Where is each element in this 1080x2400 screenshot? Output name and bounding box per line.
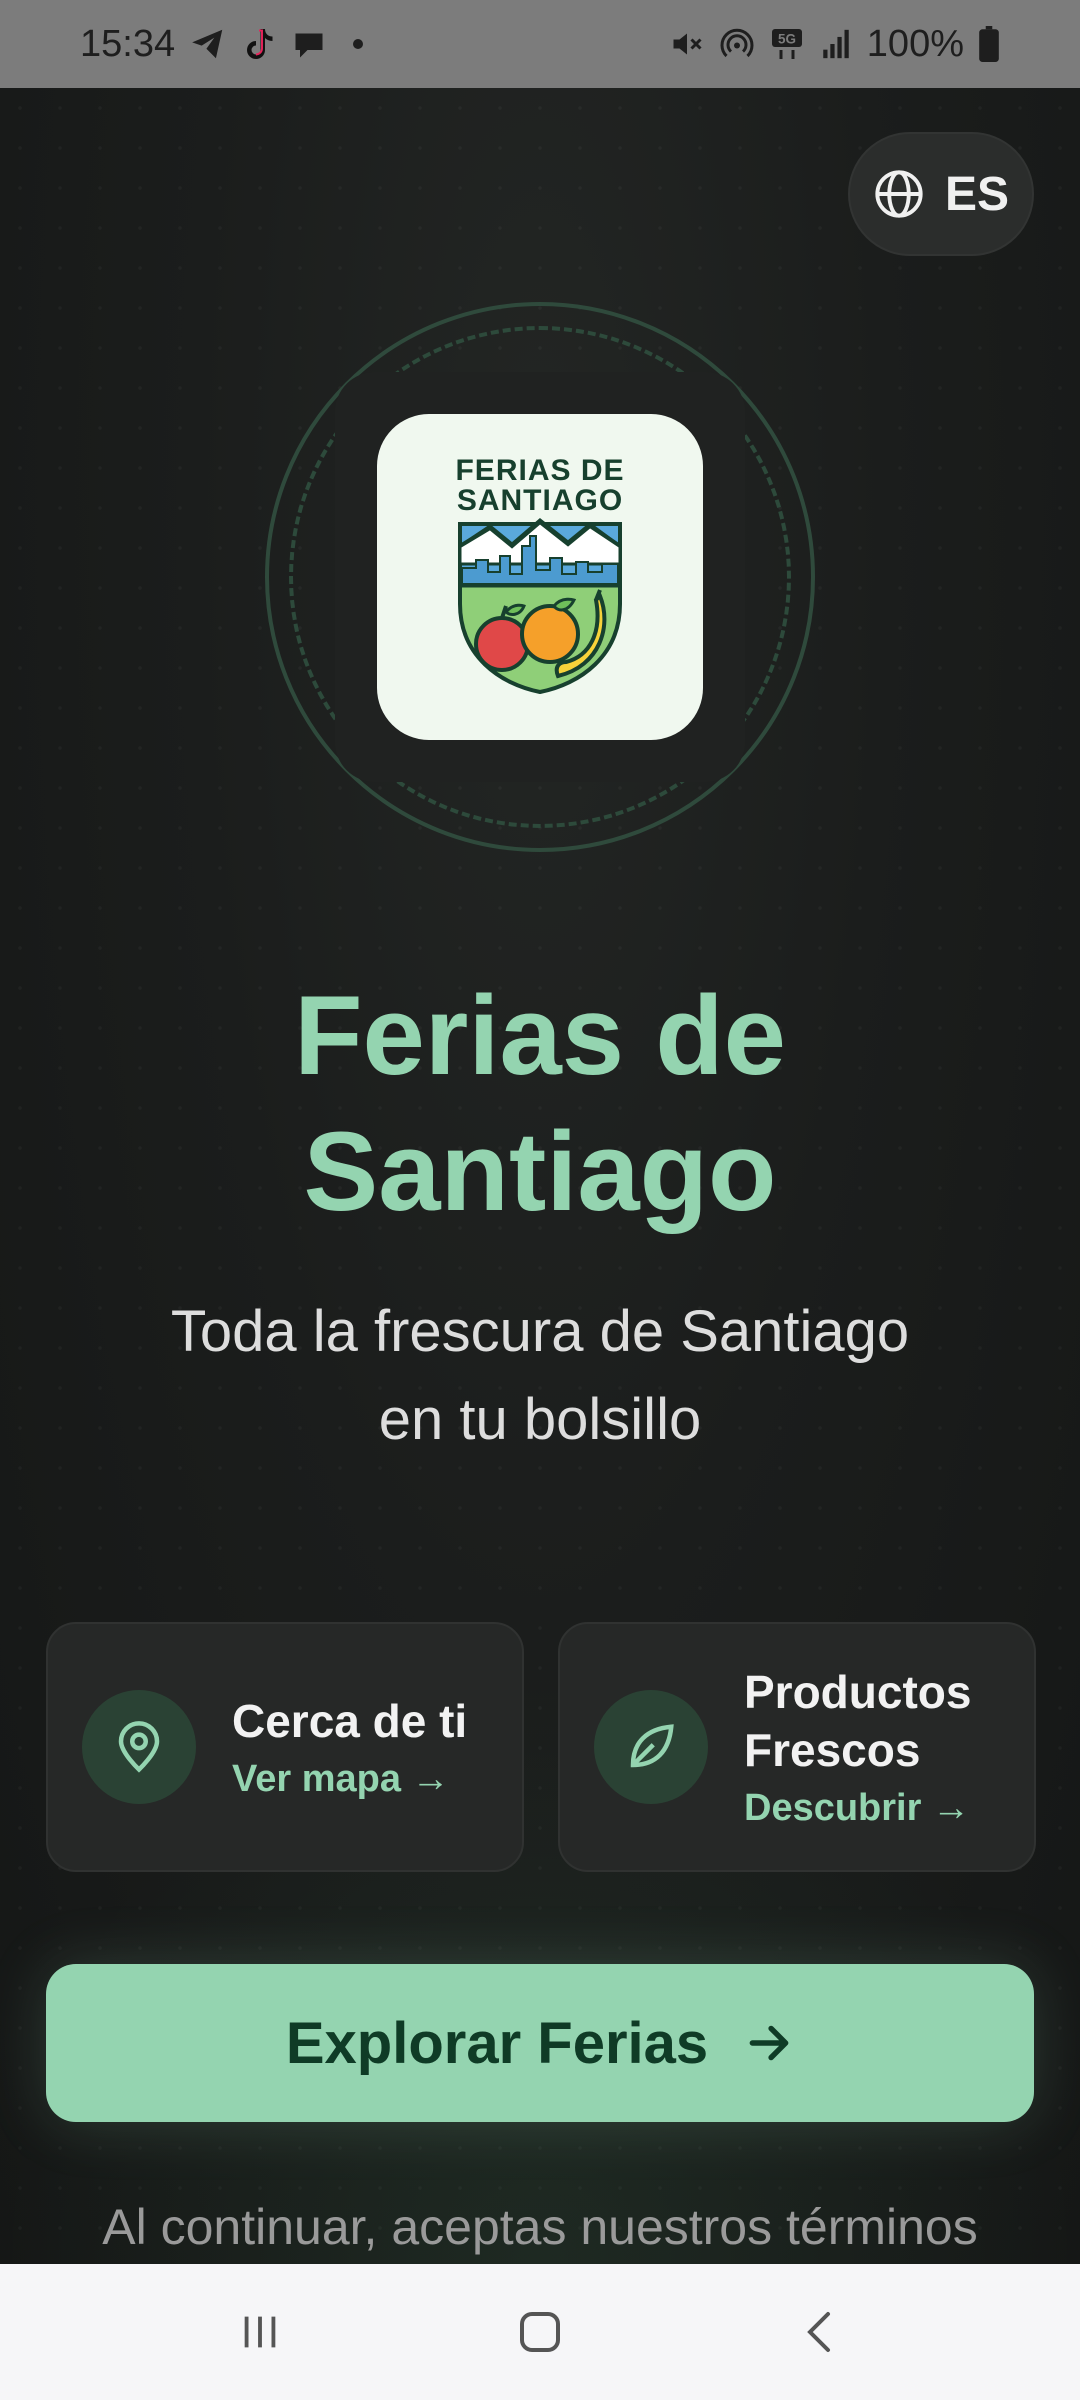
back-icon bbox=[807, 2312, 830, 2352]
app-title-line2: Santiago bbox=[303, 1109, 777, 1234]
card-icon-circle bbox=[594, 1690, 708, 1804]
status-left: 15:34 bbox=[80, 22, 364, 66]
svg-text:5G: 5G bbox=[778, 31, 796, 46]
recents-button[interactable] bbox=[200, 2287, 320, 2377]
back-button[interactable] bbox=[760, 2287, 880, 2377]
battery-percent: 100% bbox=[866, 22, 964, 65]
explore-fairs-label: Explorar Ferias bbox=[285, 2010, 709, 2076]
app-logo: FERIAS DE SANTIAGO bbox=[265, 302, 815, 852]
telegram-icon bbox=[192, 29, 223, 59]
home-button[interactable] bbox=[480, 2287, 600, 2377]
shield-fruits-icon bbox=[458, 518, 622, 694]
signal-icon bbox=[823, 29, 849, 59]
status-time: 15:34 bbox=[80, 22, 176, 65]
fresh-products-title-line1: Productos bbox=[744, 1666, 972, 1718]
nearby-card-text: Cerca de ti Ver mapa → bbox=[232, 1692, 467, 1802]
battery-icon bbox=[979, 26, 999, 62]
home-icon bbox=[520, 2312, 560, 2352]
app-title: Ferias de Santiago bbox=[0, 968, 1080, 1240]
fresh-products-title-line2: Frescos bbox=[744, 1724, 921, 1776]
leaf-icon bbox=[630, 1724, 674, 1768]
card-icon-circle bbox=[82, 1690, 196, 1804]
nearby-card-title: Cerca de ti bbox=[232, 1692, 467, 1750]
recents-icon bbox=[244, 2316, 276, 2348]
language-code: ES bbox=[944, 167, 1010, 221]
tiktok-icon bbox=[247, 29, 273, 59]
discover-link[interactable]: Descubrir → bbox=[744, 1785, 971, 1831]
chat-icon bbox=[295, 33, 323, 58]
status-right: 5G 100% bbox=[669, 23, 1000, 66]
arrow-right-icon bbox=[749, 2025, 789, 2061]
language-selector-button[interactable]: ES bbox=[848, 132, 1034, 256]
status-bar: 15:34 5G 100% bbox=[0, 0, 1080, 88]
terms-text: Al continuar, aceptas nuestros términos bbox=[102, 2199, 978, 2255]
notification-dot bbox=[353, 39, 364, 49]
app-tagline: Toda la frescura de Santiago en tu bolsi… bbox=[0, 1288, 1080, 1464]
fresh-products-card-title: Productos Frescos bbox=[744, 1663, 971, 1779]
app-tagline-line1: Toda la frescura de Santiago bbox=[170, 1299, 910, 1364]
mute-icon bbox=[673, 33, 702, 55]
view-map-link[interactable]: Ver mapa → bbox=[232, 1756, 467, 1802]
fresh-products-card-text: Productos Frescos Descubrir → bbox=[744, 1663, 971, 1831]
explore-fairs-button[interactable]: Explorar Ferias bbox=[46, 1964, 1034, 2122]
splash-screen: ES FERIAS DE SANTIAGO Ferias de Santiago… bbox=[0, 88, 1080, 2264]
logo-text-line1: FERIAS DE bbox=[455, 454, 625, 487]
globe-icon bbox=[875, 170, 923, 218]
nearby-card-title-line1: Cerca de ti bbox=[232, 1695, 468, 1747]
logo-text-line2: SANTIAGO bbox=[456, 484, 624, 517]
fresh-products-card[interactable]: Productos Frescos Descubrir → bbox=[558, 1622, 1036, 1872]
nearby-card[interactable]: Cerca de ti Ver mapa → bbox=[46, 1622, 524, 1872]
hotspot-icon bbox=[720, 28, 754, 58]
logo-card: FERIAS DE SANTIAGO bbox=[377, 414, 703, 740]
app-tagline-line2: en tu bolsillo bbox=[378, 1387, 702, 1452]
system-nav-bar bbox=[0, 2264, 1080, 2400]
logo-text: FERIAS DE SANTIAGO bbox=[455, 456, 624, 516]
app-title-line1: Ferias de bbox=[294, 973, 786, 1098]
5g-icon: 5G bbox=[771, 29, 802, 59]
location-pin-icon bbox=[118, 1721, 160, 1773]
